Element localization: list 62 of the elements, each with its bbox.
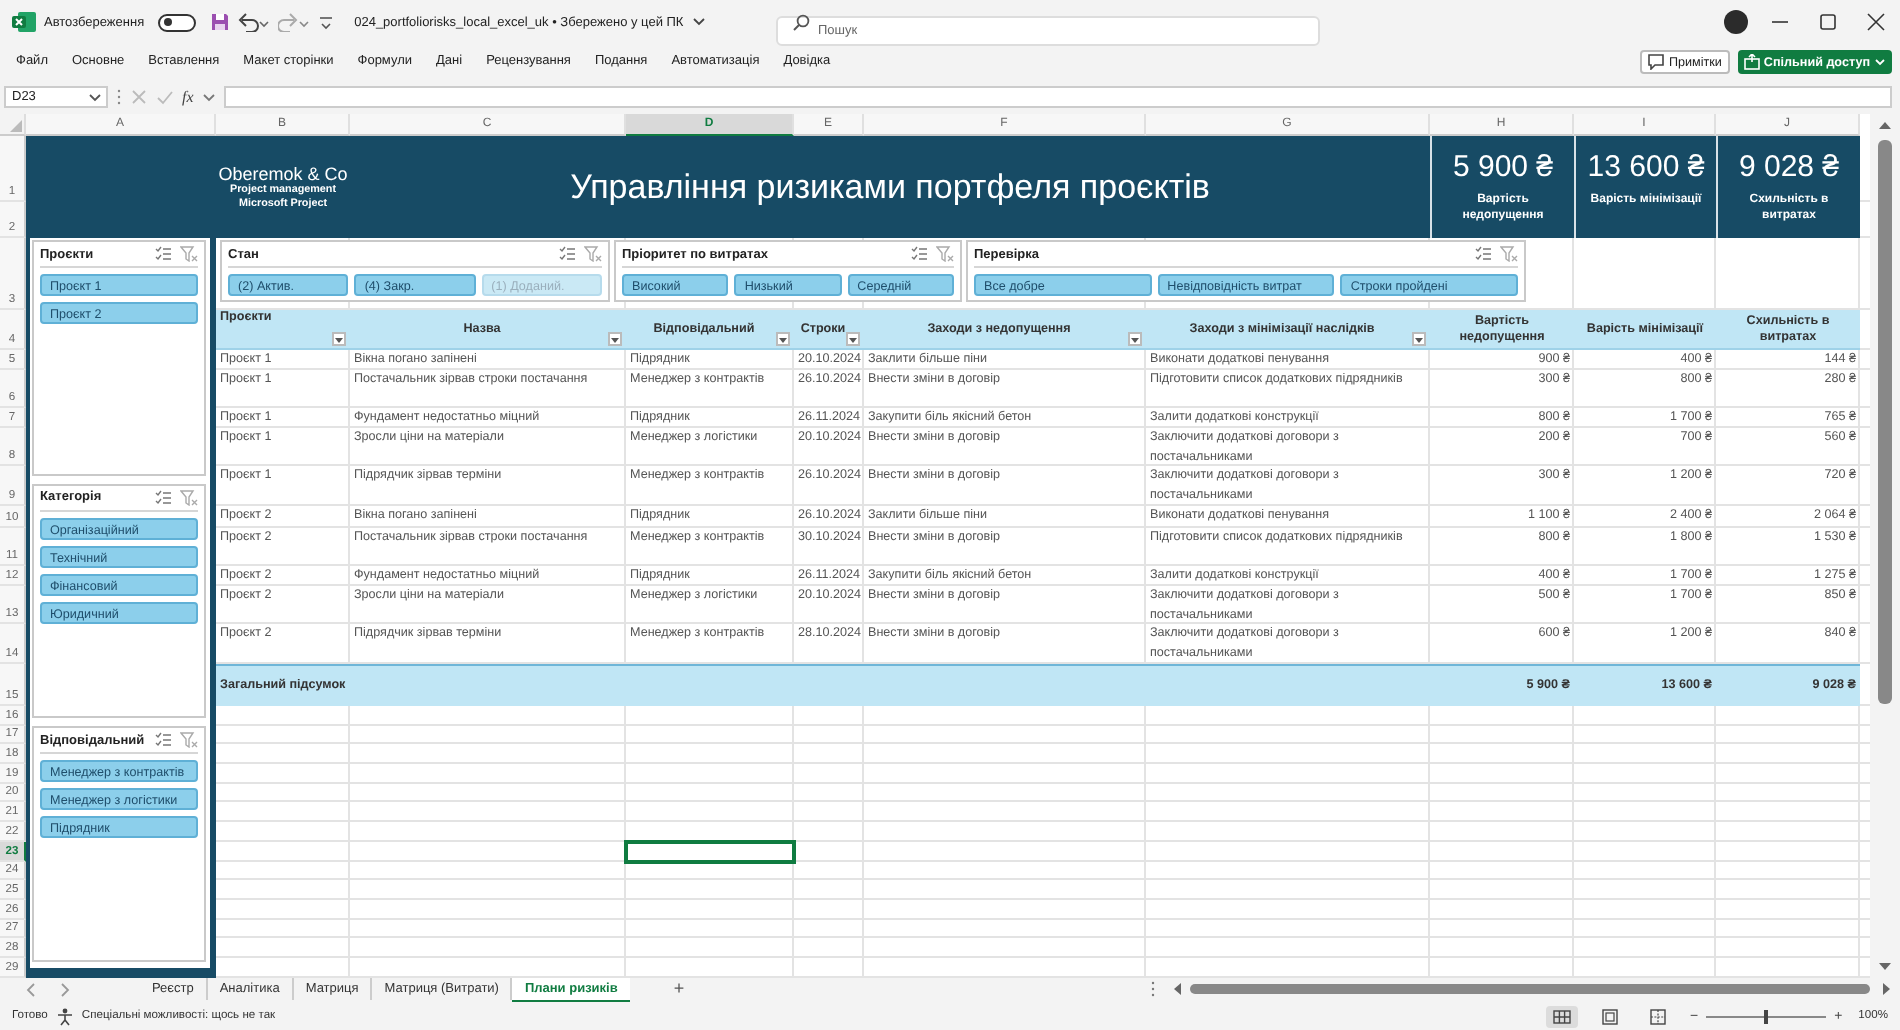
- kpi-value: 9 028 ₴: [1738, 150, 1840, 186]
- normal-view-icon: [1551, 1007, 1572, 1025]
- undo-icon[interactable]: [238, 12, 271, 32]
- spreadsheet-logo-icon: [12, 10, 36, 34]
- multi-select-icon[interactable]: [154, 732, 172, 749]
- filter-dropdown[interactable]: [332, 332, 346, 346]
- scroll-right-icon: [1882, 982, 1892, 996]
- search-icon: [792, 13, 810, 31]
- multi-select-icon[interactable]: [154, 489, 172, 506]
- clear-filter-icon[interactable]: [180, 732, 198, 749]
- save-icon[interactable]: [210, 12, 231, 32]
- company-name: Oberemok & Co: [218, 163, 348, 183]
- user-avatar[interactable]: [1724, 10, 1748, 34]
- caret-icon: [610, 335, 620, 343]
- caret-icon: [848, 335, 858, 343]
- comment-icon: [1648, 54, 1665, 70]
- clear-filter-icon[interactable]: [1500, 246, 1518, 262]
- filter-dropdown[interactable]: [1412, 332, 1426, 346]
- check-icon: [156, 88, 174, 106]
- chevron-down-icon: [88, 91, 102, 103]
- corner-triangle-icon: [10, 120, 22, 132]
- chevron-down-icon: [201, 91, 216, 103]
- accessibility-icon[interactable]: [55, 1007, 74, 1025]
- multi-select-icon[interactable]: [558, 246, 576, 262]
- filter-dropdown[interactable]: [1128, 332, 1142, 346]
- normal-view-button[interactable]: [1545, 1005, 1578, 1027]
- add-sheet-button[interactable]: +: [673, 980, 685, 998]
- redo-icon: [278, 12, 311, 32]
- dashboard-title: Управління ризиками портфеля проєктів: [570, 167, 1210, 207]
- share-icon: [1743, 54, 1760, 70]
- caret-icon: [334, 335, 344, 343]
- multi-select-icon[interactable]: [910, 246, 928, 262]
- chevron-down-icon[interactable]: [691, 16, 706, 28]
- cancel-icon: [130, 88, 148, 106]
- customize-toolbar-icon[interactable]: [318, 12, 335, 32]
- page-break-icon: [1647, 1007, 1668, 1025]
- multi-select-icon[interactable]: [154, 246, 172, 262]
- caret-icon: [1414, 335, 1424, 343]
- autosave-toggle[interactable]: [158, 13, 197, 31]
- kpi-value: 13 600 ₴: [1587, 150, 1705, 186]
- clear-filter-icon[interactable]: [180, 489, 198, 506]
- caret-icon: [1130, 335, 1140, 343]
- scroll-up-icon: [1878, 120, 1892, 130]
- scroll-left-icon: [1172, 982, 1182, 996]
- caret-icon: [1874, 56, 1886, 68]
- scroll-down-icon: [1878, 961, 1892, 972]
- horizontal-scrollbar[interactable]: [1172, 982, 1892, 996]
- multi-select-icon[interactable]: [1474, 246, 1492, 262]
- insert-function-button[interactable]: fx: [182, 88, 194, 106]
- filter-dropdown[interactable]: [776, 332, 790, 346]
- kpi-value: 5 900 ₴: [1452, 150, 1554, 186]
- caret-icon: [778, 335, 788, 343]
- chevron-left-icon[interactable]: [24, 981, 40, 997]
- clear-filter-icon[interactable]: [584, 246, 602, 262]
- filter-dropdown[interactable]: [846, 332, 860, 346]
- formula-input[interactable]: [223, 86, 1892, 108]
- filter-dropdown[interactable]: [608, 332, 622, 346]
- chevron-right-icon[interactable]: [56, 981, 72, 997]
- page-layout-icon: [1599, 1007, 1620, 1025]
- clear-filter-icon[interactable]: [936, 246, 954, 262]
- clear-filter-icon[interactable]: [180, 246, 198, 262]
- vertical-scrollbar[interactable]: [1870, 114, 1900, 978]
